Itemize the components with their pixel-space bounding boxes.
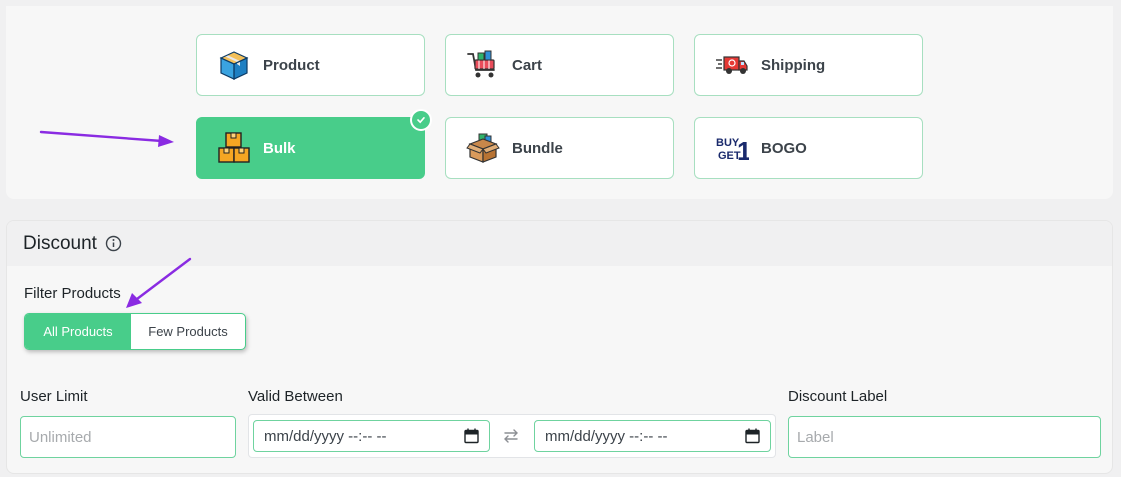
valid-start-placeholder: mm/dd/yyyy --:-- -- [264,427,387,445]
shipping-truck-icon [715,48,749,82]
discount-title: Discount [23,232,97,254]
valid-between-group: mm/dd/yyyy --:-- -- mm/dd/yyyy --:-- -- [248,414,776,458]
valid-start-datetime-input[interactable]: mm/dd/yyyy --:-- -- [253,420,490,452]
filter-products-toggle[interactable]: All Products Few Products [24,313,246,350]
bundle-box-icon [466,131,500,165]
valid-end-datetime-input[interactable]: mm/dd/yyyy --:-- -- [534,420,771,452]
user-limit-label: User Limit [20,388,88,405]
type-card-label: BOGO [761,139,807,157]
type-card-bogo[interactable]: BUY GET 1 BOGO [694,117,923,179]
user-limit-input[interactable] [20,416,236,458]
type-card-bulk[interactable]: Bulk [196,109,432,179]
discount-header: Discount [7,221,1112,266]
calendar-icon[interactable] [745,428,760,448]
info-icon[interactable] [105,235,122,252]
bulk-boxes-icon [217,131,251,165]
type-card-label: Cart [512,56,543,74]
discount-label-input[interactable] [788,416,1101,458]
bogo-digit-text: 1 [737,136,749,165]
filter-products-label: Filter Products [24,285,121,302]
type-card-label: Product [263,56,320,74]
all-products-option[interactable]: All Products [25,314,131,349]
selected-check-icon [410,109,432,131]
product-box-icon [217,48,251,82]
panel-top-border [6,0,1113,6]
type-card-label: Shipping [761,56,826,74]
few-products-option[interactable]: Few Products [131,314,245,349]
type-card-bundle[interactable]: Bundle [445,117,674,179]
discount-label-label: Discount Label [788,388,888,405]
buy-get-icon: BUY GET 1 [715,131,749,165]
valid-end-placeholder: mm/dd/yyyy --:-- -- [545,427,668,445]
discount-panel: Discount Filter Products All Products Fe… [6,220,1113,474]
type-card-label: Bundle [512,139,563,157]
type-card-cart[interactable]: Cart [445,34,674,96]
type-card-shipping[interactable]: Shipping [694,34,923,96]
cart-icon [466,48,500,82]
valid-between-label: Valid Between [248,388,343,405]
type-card-label: Bulk [263,139,296,157]
type-card-product[interactable]: Product [196,34,425,96]
calendar-icon[interactable] [464,428,479,448]
swap-arrows-icon [502,427,520,450]
